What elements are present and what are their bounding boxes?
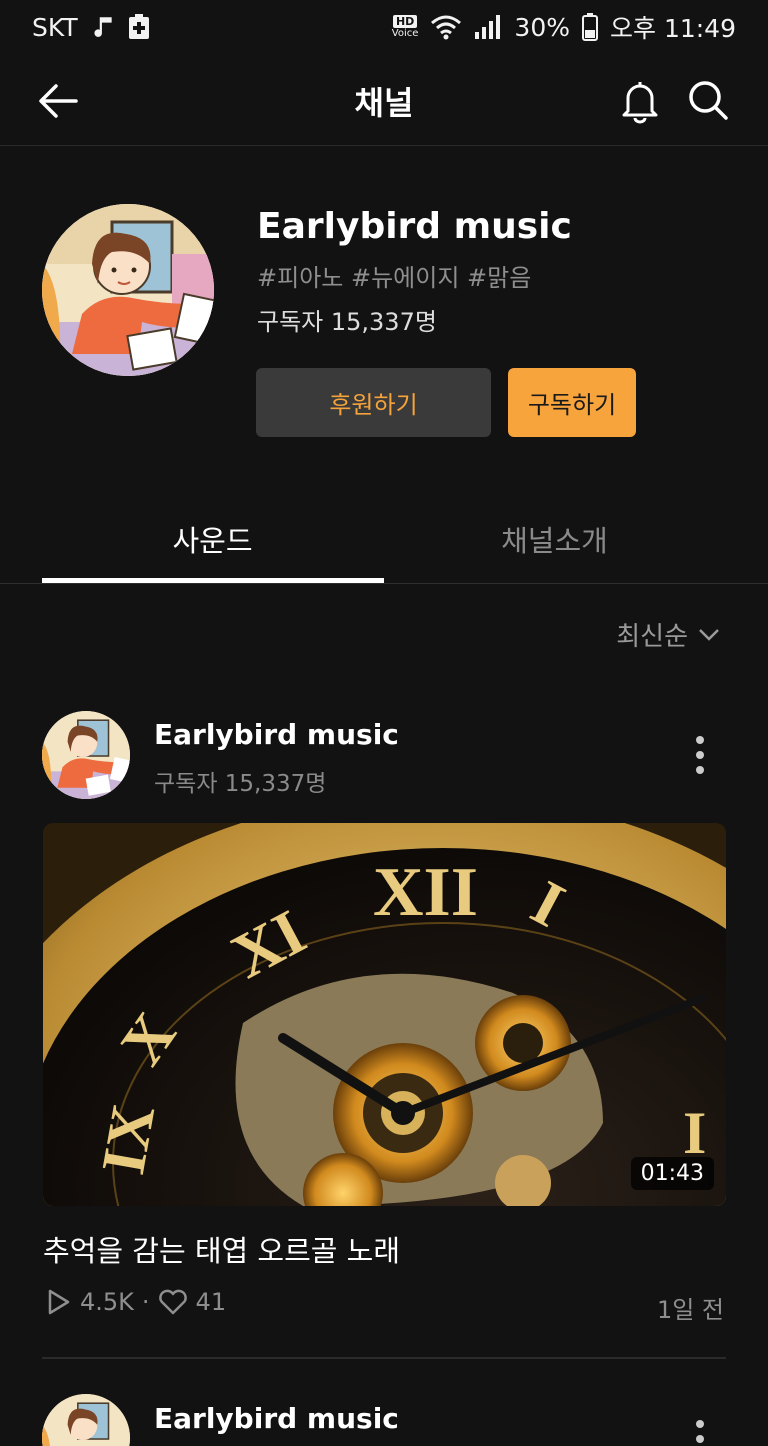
channel-avatar <box>42 204 214 376</box>
play-icon <box>48 1289 70 1315</box>
svg-text:IX: IX <box>89 1099 168 1179</box>
like-count: 41 <box>195 1288 227 1316</box>
play-count: 4.5K <box>80 1288 134 1316</box>
channel-subscriber-count: 구독자 15,337명 <box>257 308 437 336</box>
pocket-watch-image: XII XI X IX I I <box>43 823 726 1206</box>
post-channel-avatar[interactable] <box>42 711 130 799</box>
post-subscriber-count: 구독자 15,337명 <box>154 771 327 797</box>
post-channel-avatar[interactable] <box>42 1394 130 1446</box>
voice-label: Voice <box>391 28 419 39</box>
tab-sound[interactable]: 사운드 <box>42 518 383 560</box>
channel-name: Earlybird music <box>257 206 572 247</box>
duration-badge: 01:43 <box>630 1157 714 1190</box>
battery-icon <box>582 13 598 41</box>
support-button[interactable]: 후원하기 <box>256 368 491 437</box>
medical-cross-icon <box>128 14 149 39</box>
post-title[interactable]: 추억을 감는 태엽 오르골 노래 <box>43 1228 400 1270</box>
status-left: SKT <box>32 13 150 42</box>
channel-tabs: 사운드 채널소개 <box>0 500 768 584</box>
battery-percent: 30% <box>514 12 570 42</box>
more-options-icon[interactable] <box>688 1418 712 1446</box>
post-thumbnail[interactable]: XII XI X IX I I 01:43 <box>43 823 726 1206</box>
post-stats: 4.5K · 41 <box>46 1288 226 1316</box>
subscribe-button[interactable]: 구독하기 <box>508 368 636 437</box>
signal-icon <box>475 15 501 39</box>
sort-label: 최신순 <box>616 622 688 652</box>
stats-separator: · <box>141 1288 150 1316</box>
svg-text:XII: XII <box>373 854 478 931</box>
hd-label: HD <box>392 15 418 28</box>
carrier-label: SKT <box>32 12 78 42</box>
active-tab-indicator <box>42 578 384 583</box>
music-note-icon <box>94 17 112 37</box>
sort-dropdown[interactable]: 최신순 <box>616 616 720 653</box>
tab-channel-intro[interactable]: 채널소개 <box>384 518 725 560</box>
clock: 오후 11:49 <box>610 14 736 43</box>
hd-voice-indicator: HD Voice <box>391 15 419 39</box>
post-channel-name[interactable]: Earlybird music <box>154 718 399 751</box>
post-channel-name[interactable]: Earlybird music <box>154 1402 399 1435</box>
status-bar: SKT HD Voice 30% 오후 11:49 <box>0 0 768 54</box>
post-divider <box>42 1357 726 1359</box>
status-right: HD Voice 30% 오후 11:49 <box>392 9 736 45</box>
wifi-icon <box>431 15 462 40</box>
app-bar: 채널 <box>0 54 768 146</box>
chevron-down-icon <box>699 628 719 641</box>
more-options-icon[interactable] <box>688 734 712 776</box>
post-time: 1일 전 <box>656 1296 724 1324</box>
channel-tags: #피아노 #뉴에이지 #맑음 <box>257 264 532 292</box>
search-icon[interactable] <box>684 76 732 124</box>
bell-icon[interactable] <box>616 76 664 124</box>
heart-icon[interactable] <box>158 1288 188 1316</box>
